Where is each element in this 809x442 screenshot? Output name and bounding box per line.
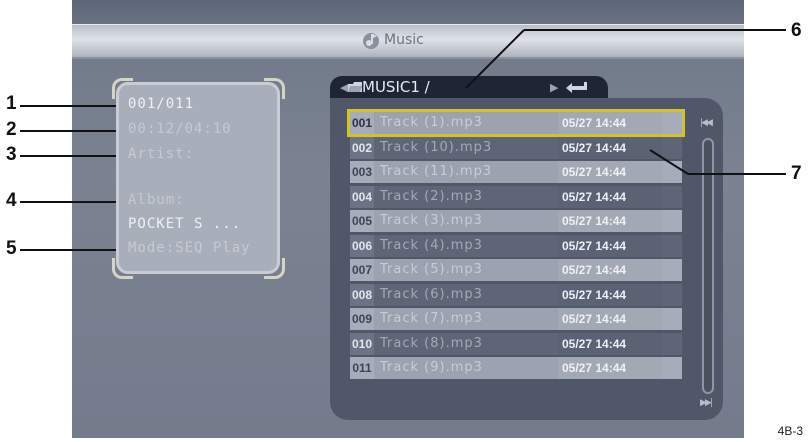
callout-line-6-diagonal	[465, 29, 525, 89]
callout-line-7-diagonal	[649, 149, 689, 175]
callout-leader-lines	[465, 29, 786, 175]
figure-code: 4B-3	[777, 424, 803, 438]
